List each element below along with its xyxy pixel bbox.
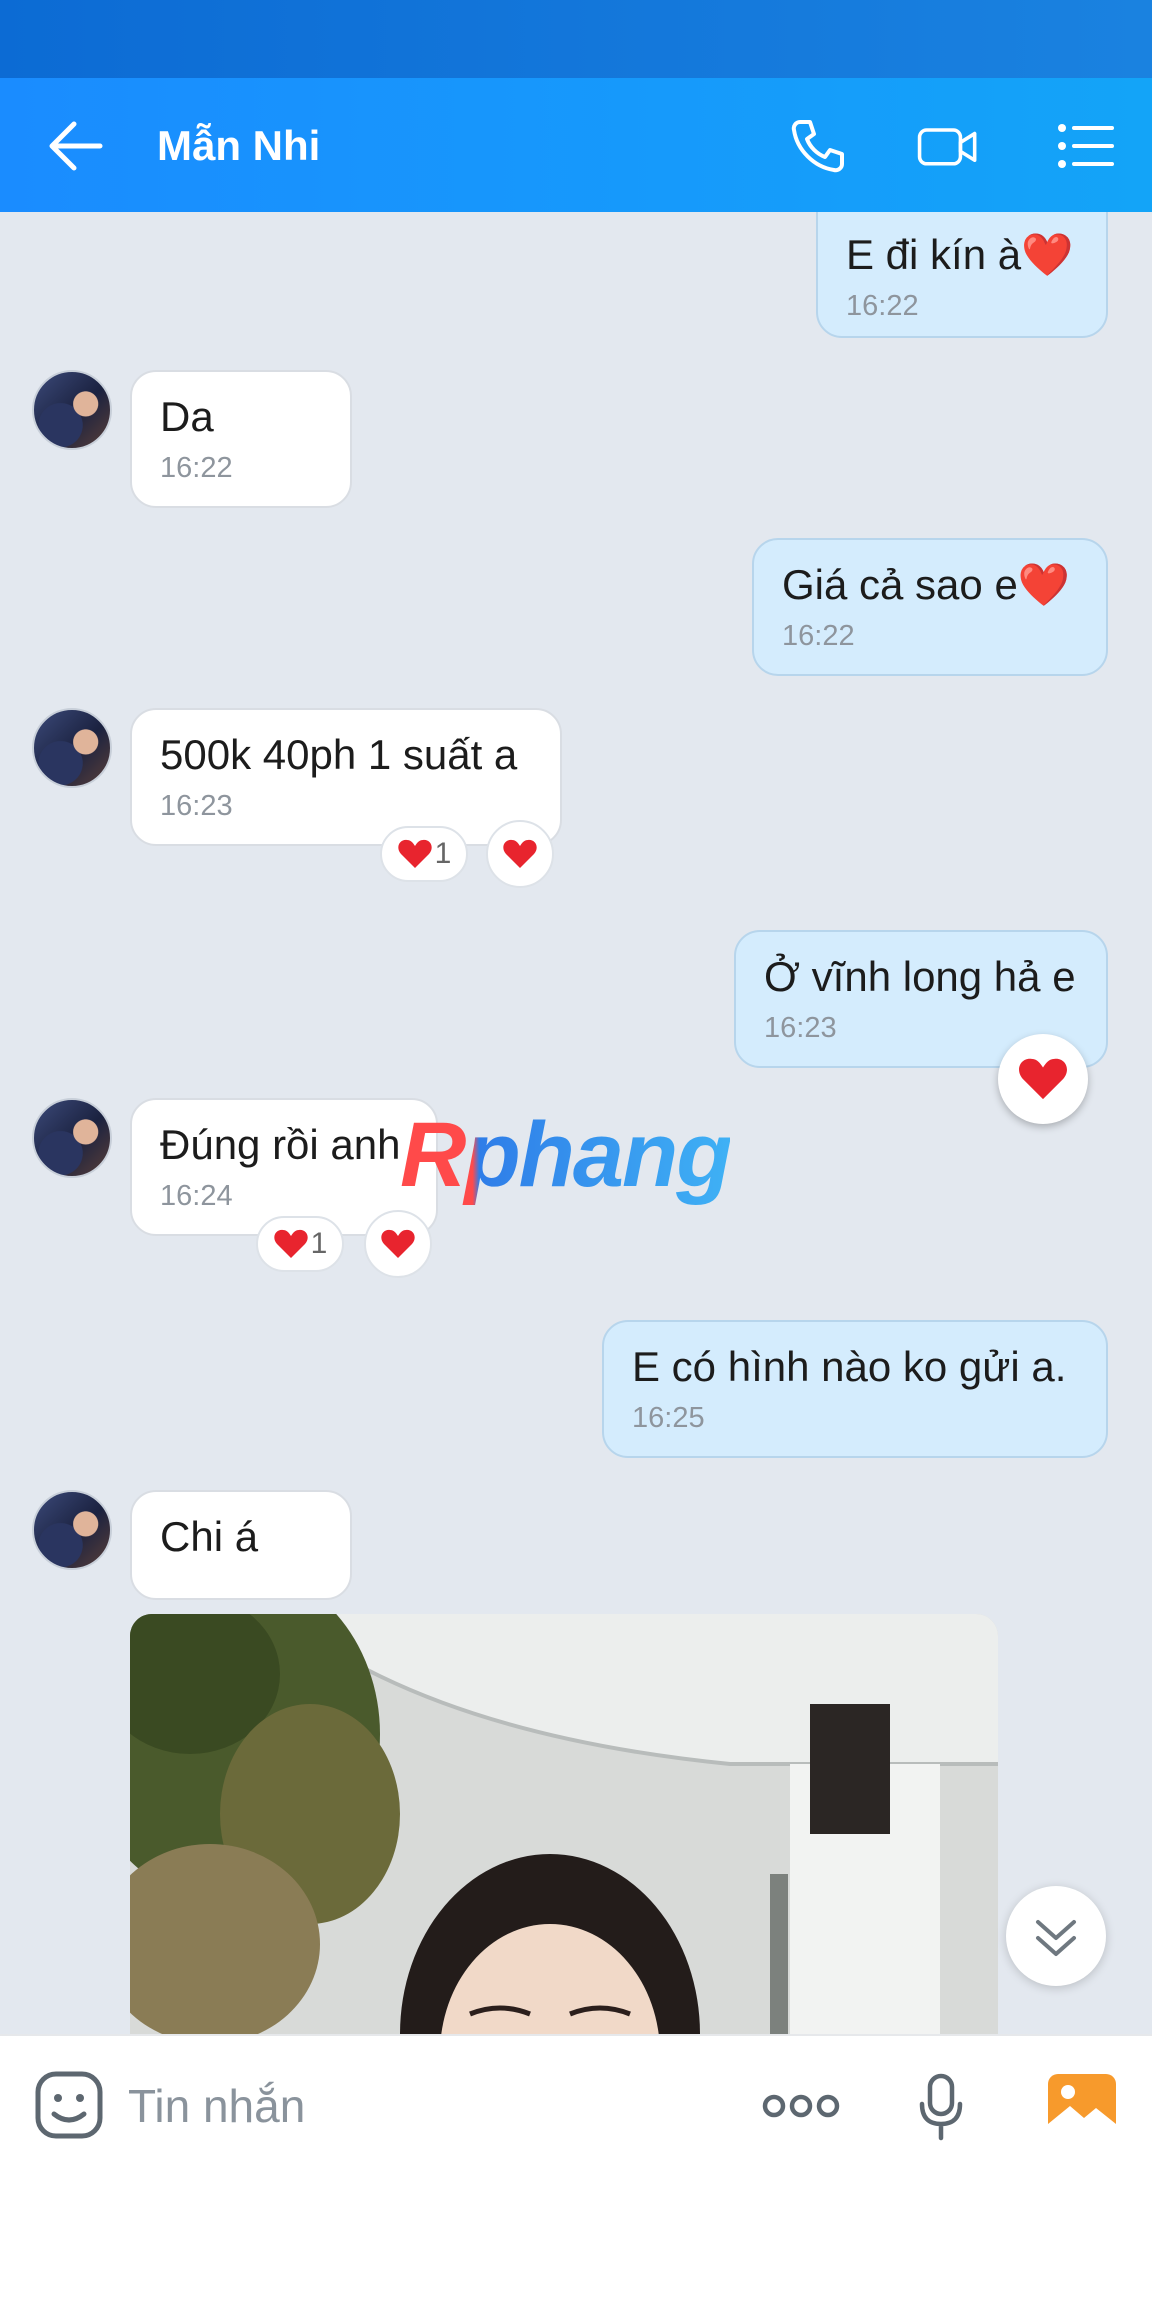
- message-input[interactable]: Tin nhắn: [128, 2076, 305, 2136]
- message-time: 16:23: [160, 790, 233, 822]
- message-text: Giá cả sao e❤️: [782, 561, 1071, 608]
- reaction-count: 1: [434, 837, 452, 870]
- sticker-icon[interactable]: [34, 2070, 104, 2140]
- message-bubble-incoming[interactable]: Chi á: [130, 1490, 352, 1600]
- message-text: 500k 40ph 1 suất a: [160, 731, 518, 778]
- heart-icon: [381, 1229, 415, 1258]
- message-input-bar: Tin nhắn: [0, 2034, 1152, 2174]
- message-text: E có hình nào ko gửi a.: [632, 1343, 1067, 1390]
- message-bubble-outgoing[interactable]: E có hình nào ko gửi a. 16:25: [602, 1320, 1108, 1458]
- heart-icon: [273, 1229, 308, 1258]
- reaction-summary[interactable]: 1: [256, 1216, 344, 1272]
- message-bubble-incoming[interactable]: 500k 40ph 1 suất a 16:23: [130, 708, 562, 846]
- message-time: 16:22: [160, 452, 233, 484]
- chat-header: Mẫn Nhi: [0, 78, 1152, 212]
- heart-icon: [503, 839, 537, 868]
- message-text: E đi kín à❤️: [846, 231, 1074, 278]
- contact-avatar[interactable]: [32, 370, 112, 450]
- message-time: 16:25: [632, 1402, 705, 1434]
- message-time: 16:24: [160, 1180, 233, 1212]
- add-reaction-button[interactable]: [998, 1034, 1088, 1124]
- message-bubble-outgoing[interactable]: E đi kín à❤️ 16:22: [816, 212, 1108, 338]
- photo-message[interactable]: [130, 1614, 998, 2034]
- heart-icon: [397, 839, 432, 868]
- message-bubble-incoming[interactable]: Da 16:22: [130, 370, 352, 508]
- add-reaction-button[interactable]: [486, 820, 554, 888]
- message-time: 16:22: [846, 290, 919, 322]
- reaction-count: 1: [310, 1227, 328, 1260]
- bottom-safe-area: [0, 2174, 1152, 2304]
- back-arrow-icon[interactable]: [46, 118, 106, 174]
- contact-avatar[interactable]: [32, 1490, 112, 1570]
- message-bubble-outgoing[interactable]: Giá cả sao e❤️ 16:22: [752, 538, 1108, 676]
- microphone-icon[interactable]: [916, 2072, 966, 2142]
- double-chevron-down-icon: [1036, 1920, 1076, 1956]
- message-text: Da: [160, 393, 214, 440]
- message-text: Ở vĩnh long hả e: [764, 953, 1076, 1000]
- add-reaction-button[interactable]: [364, 1210, 432, 1278]
- status-bar: [0, 0, 1152, 78]
- message-text: Đúng rồi anh: [160, 1121, 401, 1168]
- message-list[interactable]: E đi kín à❤️ 16:22 Da 16:22 Giá cả sao e…: [0, 212, 1152, 2034]
- message-text: Chi á: [160, 1513, 259, 1560]
- contact-avatar[interactable]: [32, 1098, 112, 1178]
- video-call-icon[interactable]: [916, 114, 980, 178]
- image-gallery-icon[interactable]: [1046, 2072, 1118, 2138]
- photo-image: [130, 1614, 998, 2034]
- contact-avatar[interactable]: [32, 708, 112, 788]
- watermark-logo: Rphang: [400, 1100, 732, 1210]
- phone-call-icon[interactable]: [786, 114, 850, 178]
- contact-name[interactable]: Mẫn Nhi: [157, 118, 320, 174]
- heart-icon: [1019, 1058, 1067, 1100]
- scroll-to-bottom-button[interactable]: [1006, 1886, 1106, 1986]
- more-options-icon[interactable]: [762, 2086, 840, 2126]
- message-time: 16:22: [782, 620, 855, 652]
- menu-list-icon[interactable]: [1054, 114, 1118, 178]
- reaction-summary[interactable]: 1: [380, 826, 468, 882]
